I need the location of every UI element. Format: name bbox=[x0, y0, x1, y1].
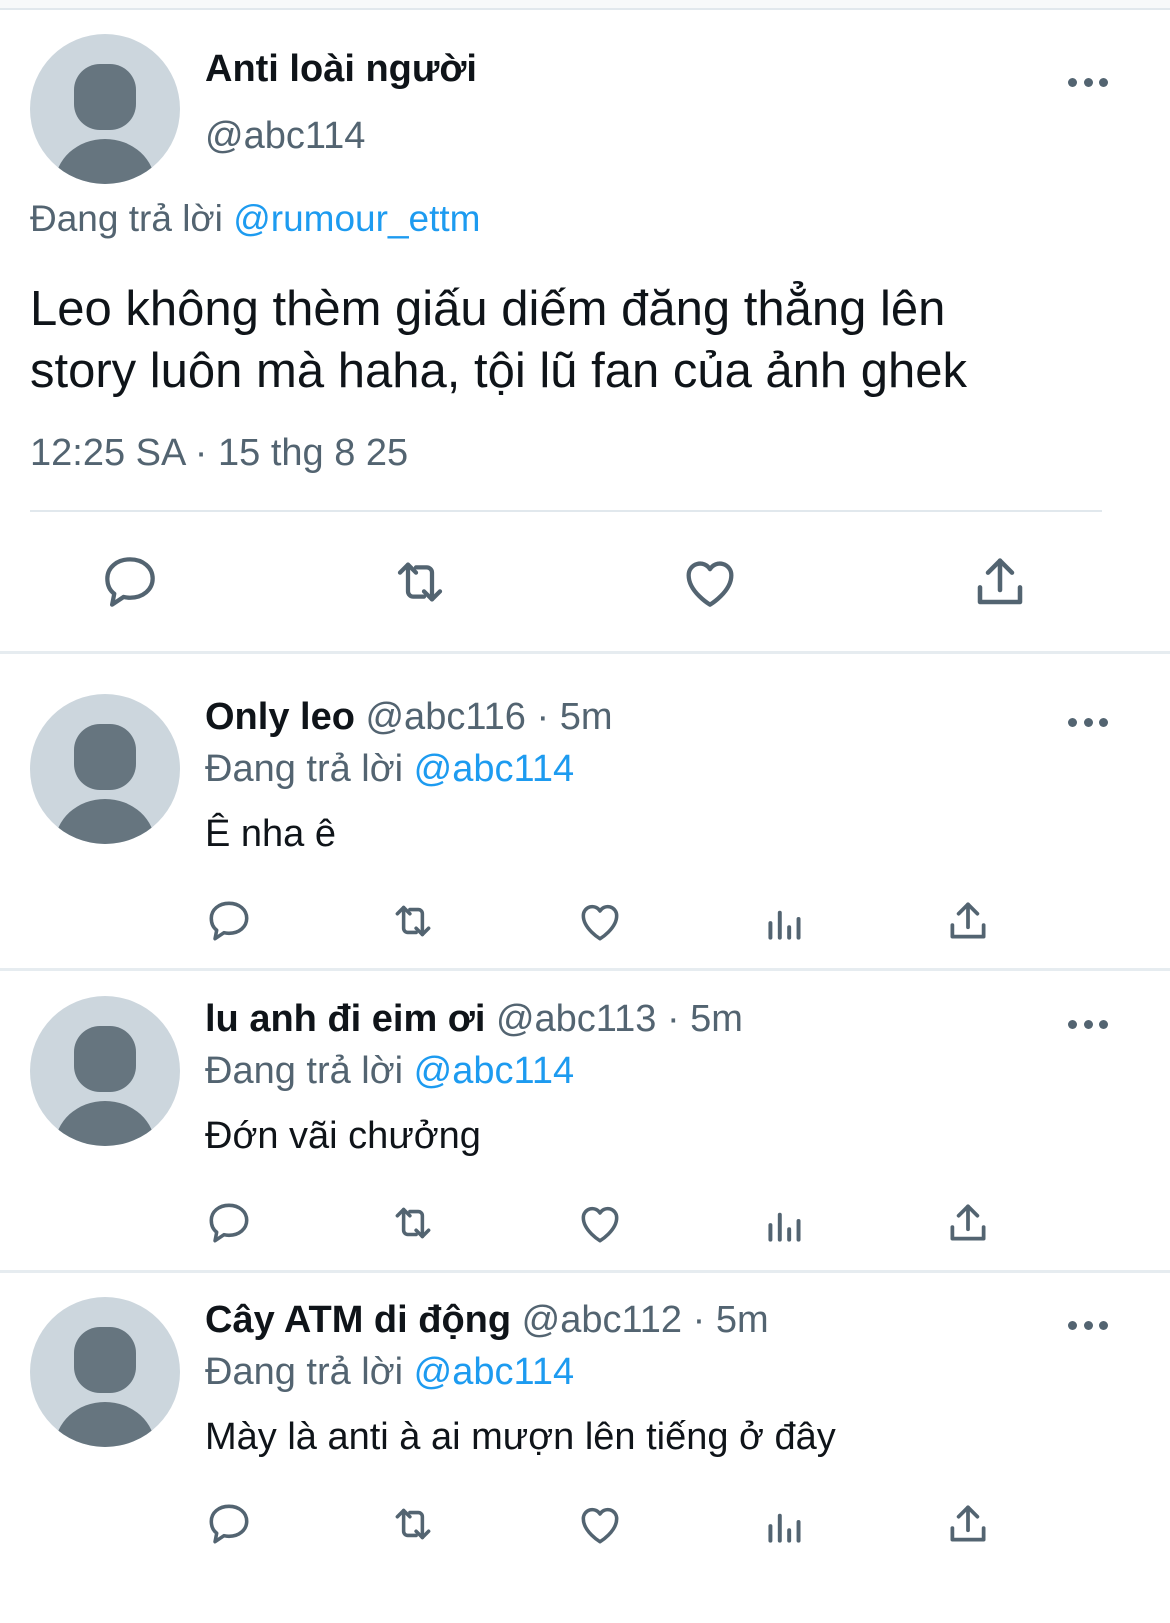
reply-time[interactable]: 5m bbox=[716, 1299, 769, 1341]
avatar[interactable] bbox=[30, 34, 180, 184]
author-name[interactable]: Cây ATM di động bbox=[205, 1299, 511, 1341]
author-handle[interactable]: @abc113 bbox=[496, 998, 656, 1040]
avatar-head bbox=[74, 1327, 136, 1393]
retweet-icon[interactable] bbox=[388, 1198, 438, 1248]
replying-to: Đang trả lời @rumour_ettm bbox=[30, 198, 480, 240]
tweet-text-line: Leo không thèm giấu diếm đăng thẳng lên bbox=[30, 282, 946, 336]
reply-header: lu anh đi eim ơi @abc113 · 5m bbox=[205, 998, 743, 1041]
avatar[interactable] bbox=[30, 1297, 180, 1447]
replying-prefix: Đang trả lời bbox=[30, 198, 223, 239]
replying-prefix: Đang trả lời bbox=[205, 1351, 404, 1393]
views-icon[interactable] bbox=[760, 1198, 810, 1248]
more-options-icon[interactable] bbox=[1068, 76, 1108, 88]
views-icon[interactable] bbox=[760, 1499, 810, 1549]
reply-header: Only leo @abc116 · 5m bbox=[205, 696, 613, 739]
comment-icon[interactable] bbox=[204, 1198, 254, 1248]
reply-tweet[interactable]: Cây ATM di động @abc112 · 5m Đang trả lờ… bbox=[0, 1271, 1170, 1571]
separator-dot: · bbox=[666, 998, 680, 1040]
reply-text: Ê nha ê bbox=[205, 813, 336, 855]
avatar[interactable] bbox=[30, 694, 180, 844]
replying-to-link[interactable]: @abc114 bbox=[414, 1050, 574, 1092]
replying-to: Đang trả lời @abc114 bbox=[205, 748, 574, 791]
author-name[interactable]: Anti loài người bbox=[205, 48, 477, 91]
more-options-icon[interactable] bbox=[1068, 716, 1108, 728]
avatar-body bbox=[55, 1101, 155, 1146]
reply-actions bbox=[0, 896, 1170, 952]
more-options-icon[interactable] bbox=[1068, 1319, 1108, 1331]
share-icon[interactable] bbox=[943, 1499, 993, 1549]
comment-icon[interactable] bbox=[204, 896, 254, 946]
reply-header: Cây ATM di động @abc112 · 5m bbox=[205, 1299, 769, 1342]
share-icon[interactable] bbox=[943, 896, 993, 946]
top-border bbox=[0, 0, 1170, 10]
tweet-timestamp[interactable]: 12:25 SA · 15 thg 8 25 bbox=[30, 432, 408, 475]
avatar-body bbox=[55, 799, 155, 844]
separator-dot: · bbox=[536, 696, 550, 738]
tweet-actions bbox=[0, 550, 1170, 620]
views-icon[interactable] bbox=[760, 896, 810, 946]
retweet-icon[interactable] bbox=[388, 1499, 438, 1549]
divider bbox=[30, 510, 1102, 512]
reply-time[interactable]: 5m bbox=[560, 696, 613, 738]
reply-text: Mày là anti à ai mượn lên tiếng ở đây bbox=[205, 1416, 836, 1458]
avatar[interactable] bbox=[30, 996, 180, 1146]
like-icon[interactable] bbox=[575, 1499, 625, 1549]
reply-actions bbox=[0, 1198, 1170, 1254]
retweet-icon[interactable] bbox=[388, 550, 452, 614]
author-name[interactable]: lu anh đi eim ơi bbox=[205, 998, 485, 1040]
author-handle[interactable]: @abc114 bbox=[205, 115, 365, 158]
reply-text: Đớn vãi chưởng bbox=[205, 1115, 481, 1157]
author-handle[interactable]: @abc116 bbox=[365, 696, 525, 738]
reply-tweet[interactable]: Only leo @abc116 · 5m Đang trả lời @abc1… bbox=[0, 668, 1170, 968]
reply-actions bbox=[0, 1499, 1170, 1555]
replying-to-link[interactable]: @abc114 bbox=[414, 1351, 574, 1393]
comment-icon[interactable] bbox=[98, 550, 162, 614]
reply-time[interactable]: 5m bbox=[690, 998, 743, 1040]
like-icon[interactable] bbox=[575, 896, 625, 946]
like-icon[interactable] bbox=[678, 550, 742, 614]
replying-to: Đang trả lời @abc114 bbox=[205, 1351, 574, 1394]
comment-icon[interactable] bbox=[204, 1499, 254, 1549]
share-icon[interactable] bbox=[968, 550, 1032, 614]
avatar-head bbox=[74, 1026, 136, 1092]
tweet-text-line: story luôn mà haha, tội lũ fan của ảnh g… bbox=[30, 344, 968, 398]
avatar-head bbox=[74, 724, 136, 790]
avatar-head bbox=[74, 64, 136, 130]
separator bbox=[0, 651, 1170, 654]
author-handle[interactable]: @abc112 bbox=[522, 1299, 682, 1341]
like-icon[interactable] bbox=[575, 1198, 625, 1248]
replying-prefix: Đang trả lời bbox=[205, 748, 404, 790]
replying-to: Đang trả lời @abc114 bbox=[205, 1050, 574, 1093]
replying-to-link[interactable]: @abc114 bbox=[414, 748, 574, 790]
replying-to-link[interactable]: @rumour_ettm bbox=[233, 198, 480, 239]
main-tweet: Anti loài người @abc114 Đang trả lời @ru… bbox=[0, 10, 1170, 670]
reply-tweet[interactable]: lu anh đi eim ơi @abc113 · 5m Đang trả l… bbox=[0, 970, 1170, 1270]
share-icon[interactable] bbox=[943, 1198, 993, 1248]
avatar-body bbox=[55, 1402, 155, 1447]
avatar-body bbox=[55, 139, 155, 184]
author-name[interactable]: Only leo bbox=[205, 696, 355, 738]
retweet-icon[interactable] bbox=[388, 896, 438, 946]
replying-prefix: Đang trả lời bbox=[205, 1050, 404, 1092]
tweet-text: Leo không thèm giấu diếm đăng thẳng lên … bbox=[30, 278, 1140, 402]
more-options-icon[interactable] bbox=[1068, 1018, 1108, 1030]
separator-dot: · bbox=[692, 1299, 706, 1341]
